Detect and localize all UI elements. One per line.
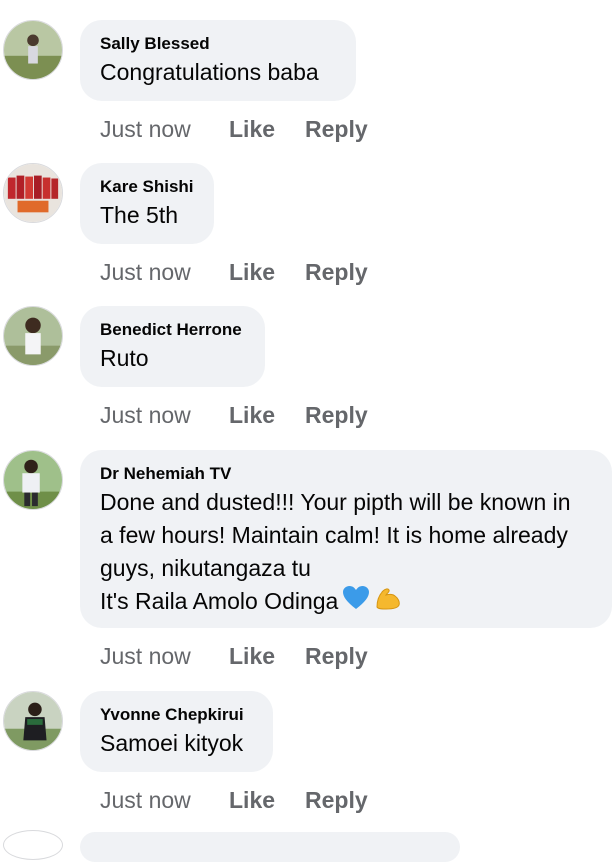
comment-bubble: Sally Blessed Congratulations baba: [80, 20, 356, 101]
reply-button[interactable]: Reply: [305, 643, 368, 670]
like-button[interactable]: Like: [229, 402, 305, 429]
comment-timestamp[interactable]: Just now: [100, 259, 229, 286]
avatar[interactable]: [3, 830, 63, 860]
avatar[interactable]: [3, 691, 63, 751]
comment-author[interactable]: Sally Blessed: [100, 34, 336, 54]
avatar-photo-icon: [4, 21, 62, 79]
avatar-photo-icon: [4, 692, 62, 750]
comment-text-line-last: It's Raila Amolo Odinga: [100, 585, 592, 620]
reply-button[interactable]: Reply: [305, 402, 368, 429]
comment-actions: Just now Like Reply: [100, 643, 368, 670]
comment-text: Ruto: [100, 342, 245, 375]
comment-actions: Just now Like Reply: [100, 116, 368, 143]
comment-author[interactable]: Dr Nehemiah TV: [100, 464, 592, 484]
comment-author[interactable]: Yvonne Chepkirui: [100, 705, 253, 725]
comment-timestamp[interactable]: Just now: [100, 787, 229, 814]
comment-text: Congratulations baba: [100, 56, 336, 89]
comment-text: Done and dusted!!! Your pipth will be kn…: [100, 486, 592, 620]
like-button[interactable]: Like: [229, 643, 305, 670]
comment-text-line: Ruto: [100, 345, 149, 371]
comment-timestamp[interactable]: Just now: [100, 402, 229, 429]
comment-actions: Just now Like Reply: [100, 787, 368, 814]
reply-button[interactable]: Reply: [305, 259, 368, 286]
comment-timestamp[interactable]: Just now: [100, 643, 229, 670]
comment-text-line: Samoei kityok: [100, 730, 244, 756]
comment-text-line: The 5th: [100, 202, 178, 228]
avatar-photo-icon: [4, 164, 62, 222]
comment-text-line: Congratulations baba: [100, 59, 319, 85]
comment-text: Samoei kityok: [100, 727, 253, 760]
comment-bubble: Kare Shishi The 5th: [80, 163, 214, 244]
comment-actions: Just now Like Reply: [100, 402, 368, 429]
comment-text: The 5th: [100, 199, 194, 232]
avatar[interactable]: [3, 306, 63, 366]
reply-button[interactable]: Reply: [305, 116, 368, 143]
comment-author[interactable]: Benedict Herrone: [100, 320, 245, 340]
avatar[interactable]: [3, 163, 63, 223]
like-button[interactable]: Like: [229, 116, 305, 143]
like-button[interactable]: Like: [229, 787, 305, 814]
comment-text-line: Done and dusted!!! Your pipth will be kn…: [100, 489, 571, 515]
comment-bubble: Dr Nehemiah TV Done and dusted!!! Your p…: [80, 450, 612, 628]
comment-text-line: a few hours! Maintain calm! It is home a…: [100, 522, 568, 548]
comment-timestamp[interactable]: Just now: [100, 116, 229, 143]
flexed-biceps-icon: [374, 585, 402, 620]
blue-heart-icon: [342, 585, 370, 620]
comment-actions: Just now Like Reply: [100, 259, 368, 286]
avatar[interactable]: [3, 450, 63, 510]
comment-author[interactable]: Kare Shishi: [100, 177, 194, 197]
avatar-photo-icon: [4, 451, 62, 509]
avatar-photo-icon: [4, 307, 62, 365]
reply-button[interactable]: Reply: [305, 787, 368, 814]
comment-text-line: guys, nikutangaza tu: [100, 555, 311, 581]
avatar[interactable]: [3, 20, 63, 80]
comment-text-fragment: It's Raila Amolo Odinga: [100, 588, 339, 614]
comment-bubble: Benedict Herrone Ruto: [80, 306, 265, 387]
comment-bubble: Yvonne Chepkirui Samoei kityok: [80, 691, 273, 772]
like-button[interactable]: Like: [229, 259, 305, 286]
